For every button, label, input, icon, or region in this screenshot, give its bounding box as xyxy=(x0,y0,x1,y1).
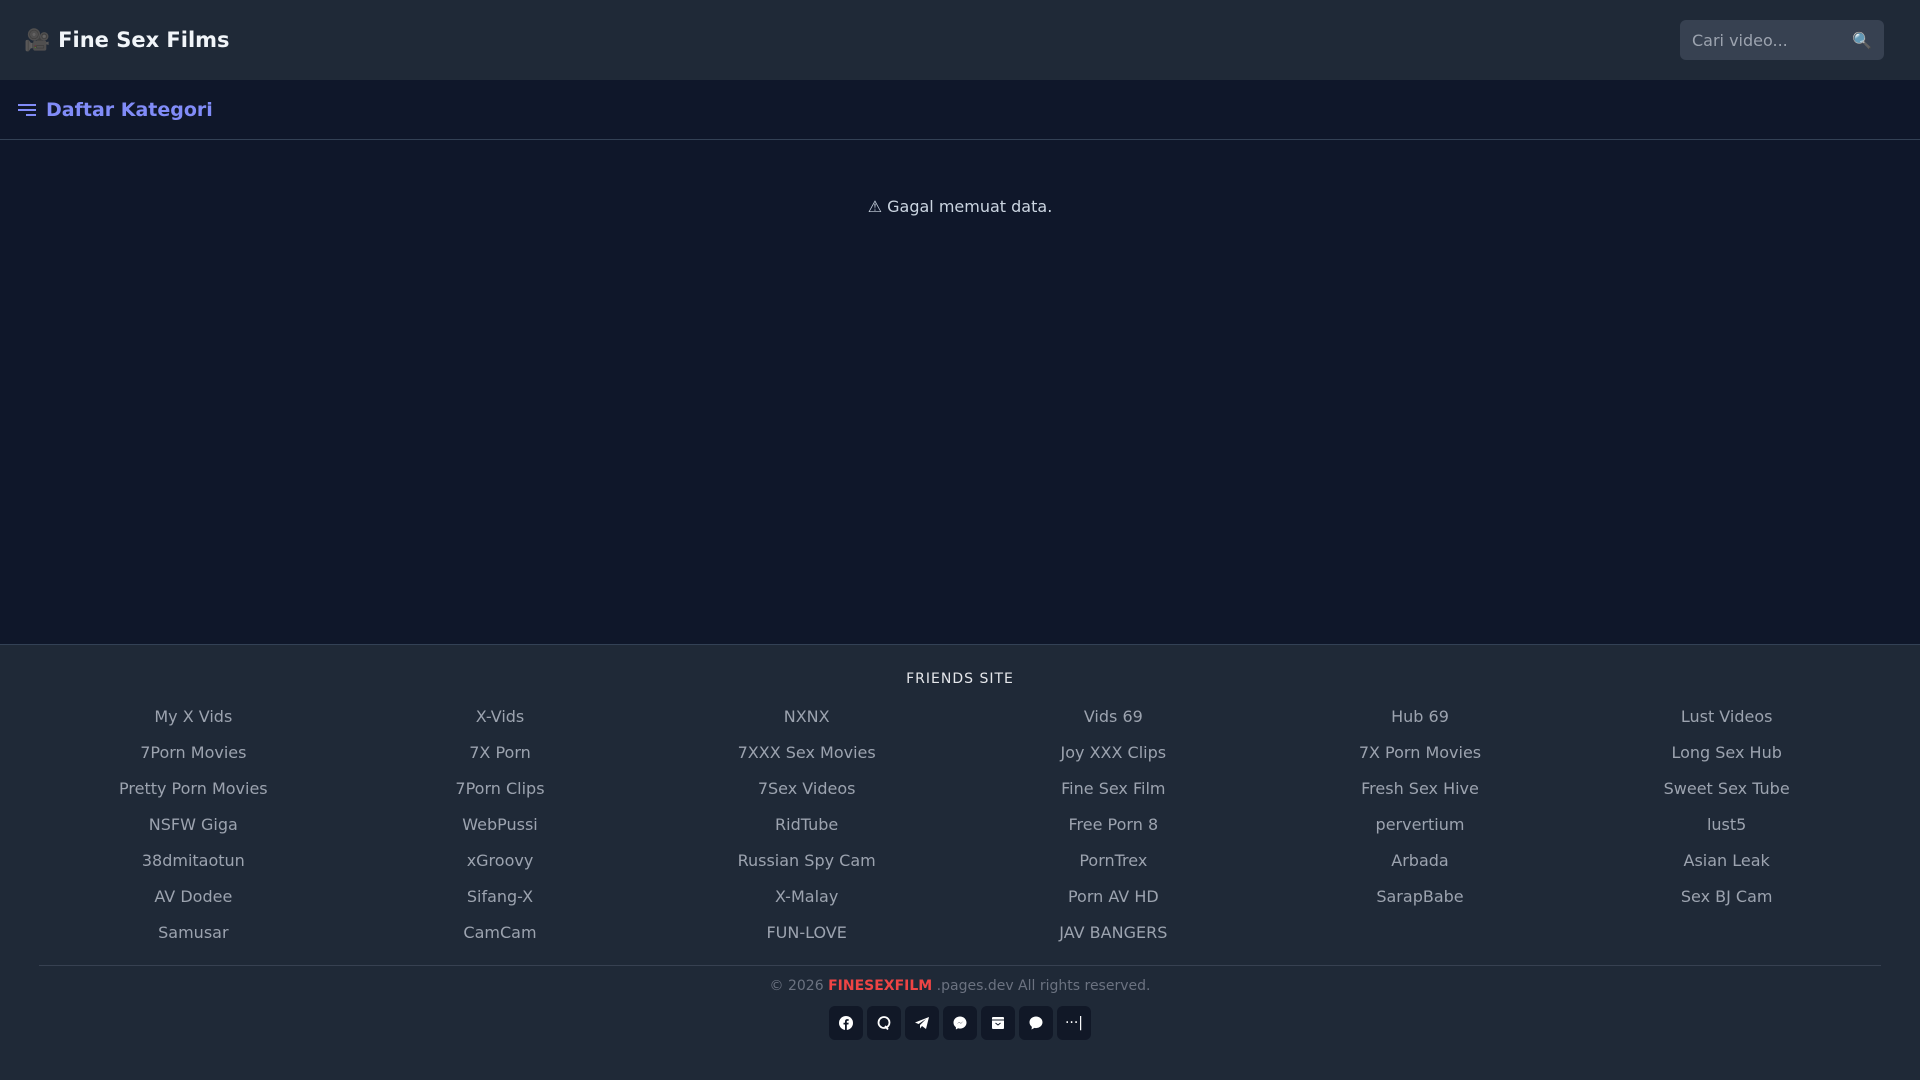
site-title: Fine Sex Films xyxy=(58,28,230,52)
friend-link[interactable]: 7X Porn xyxy=(347,735,654,771)
friend-link[interactable]: X-Vids xyxy=(347,699,654,735)
content-area: ⚠ Gagal memuat data. xyxy=(0,140,1920,644)
friend-link[interactable]: lust5 xyxy=(1573,807,1880,843)
friend-link[interactable]: FUN-LOVE xyxy=(653,915,960,951)
friend-link[interactable]: Free Porn 8 xyxy=(960,807,1267,843)
more-icon[interactable]: ···| xyxy=(1057,1006,1091,1040)
friend-link[interactable]: Sweet Sex Tube xyxy=(1573,771,1880,807)
friend-link[interactable]: Long Sex Hub xyxy=(1573,735,1880,771)
friend-link[interactable]: NXNX xyxy=(653,699,960,735)
friend-link[interactable]: 7Sex Videos xyxy=(653,771,960,807)
friend-link[interactable]: Arbada xyxy=(1267,843,1574,879)
friends-links: My X Vids X-Vids NXNX Vids 69 Hub 69 Lust Vid… xyxy=(40,699,1880,951)
friend-link[interactable]: Porn AV HD xyxy=(960,879,1267,915)
search-input[interactable] xyxy=(1692,30,1842,50)
friend-link[interactable]: RidTube xyxy=(653,807,960,843)
friend-link[interactable]: xGroovy xyxy=(347,843,654,879)
friend-link[interactable]: My X Vids xyxy=(40,699,347,735)
friend-link[interactable]: Fresh Sex Hive xyxy=(1267,771,1574,807)
friend-link[interactable]: Fine Sex Film xyxy=(960,771,1267,807)
friend-link[interactable]: PornTrex xyxy=(960,843,1267,879)
friend-link[interactable]: 7Porn Movies xyxy=(40,735,347,771)
friend-link[interactable]: Sex BJ Cam xyxy=(1573,879,1880,915)
footer: FRIENDS SITE My X Vids X-Vids NXNX Vids 69 H… xyxy=(0,644,1920,1080)
category-label: Daftar Kategori xyxy=(46,98,213,121)
friend-link[interactable]: Asian Leak xyxy=(1573,843,1880,879)
telegram-icon[interactable] xyxy=(905,1006,939,1040)
friend-link[interactable]: pervertium xyxy=(1267,807,1574,843)
search-box: 🔍 xyxy=(1680,20,1884,60)
friend-link[interactable]: Pretty Porn Movies xyxy=(40,771,347,807)
friend-link[interactable]: X-Malay xyxy=(653,879,960,915)
friend-link[interactable]: Sifang-X xyxy=(347,879,654,915)
friend-link[interactable]: WebPussi xyxy=(347,807,654,843)
friend-link[interactable]: Lust Videos xyxy=(1573,699,1880,735)
friend-link[interactable]: 7X Porn Movies xyxy=(1267,735,1574,771)
share-buttons: ···| xyxy=(0,1006,1920,1040)
friend-link[interactable]: NSFW Giga xyxy=(40,807,347,843)
friend-link[interactable]: SarapBabe xyxy=(1267,879,1574,915)
messenger-icon[interactable] xyxy=(943,1006,977,1040)
category-bar[interactable]: Daftar Kategori xyxy=(0,80,1920,140)
facebook-icon[interactable] xyxy=(829,1006,863,1040)
header: 🎥 Fine Sex Films 🔍 xyxy=(0,0,1920,80)
friend-link[interactable]: Vids 69 xyxy=(960,699,1267,735)
copyright-year: © 2026 xyxy=(769,978,824,994)
friend-link[interactable]: Joy XXX Clips xyxy=(960,735,1267,771)
copyright-brand[interactable]: FINESEXFILM xyxy=(828,978,932,994)
copyright-suffix: .pages.dev All rights reserved. xyxy=(936,978,1151,994)
menu-icon xyxy=(18,103,36,116)
friends-site-title: FRIENDS SITE xyxy=(906,671,1014,687)
divider xyxy=(39,965,1881,966)
friend-link[interactable]: 38dmitaotun xyxy=(40,843,347,879)
friend-link[interactable]: 7XXX Sex Movies xyxy=(653,735,960,771)
error-message: ⚠ Gagal memuat data. xyxy=(867,197,1053,216)
friend-link[interactable]: Hub 69 xyxy=(1267,699,1574,735)
site-logo[interactable]: 🎥 Fine Sex Films xyxy=(24,28,230,53)
friend-link[interactable]: 7Porn Clips xyxy=(347,771,654,807)
copyright: © 2026 FINESEXFILM .pages.dev All rights… xyxy=(0,978,1920,994)
email-icon[interactable] xyxy=(981,1006,1015,1040)
friend-link[interactable]: JAV BANGERS xyxy=(960,915,1267,951)
chat-icon[interactable] xyxy=(1019,1006,1053,1040)
friend-link[interactable]: Samusar xyxy=(40,915,347,951)
search-icon[interactable]: 🔍 xyxy=(1852,31,1872,50)
quora-icon[interactable] xyxy=(867,1006,901,1040)
friend-link[interactable]: AV Dodee xyxy=(40,879,347,915)
friend-link[interactable]: CamCam xyxy=(347,915,654,951)
friend-link[interactable]: Russian Spy Cam xyxy=(653,843,960,879)
movie-camera-icon: 🎥 xyxy=(24,27,51,52)
